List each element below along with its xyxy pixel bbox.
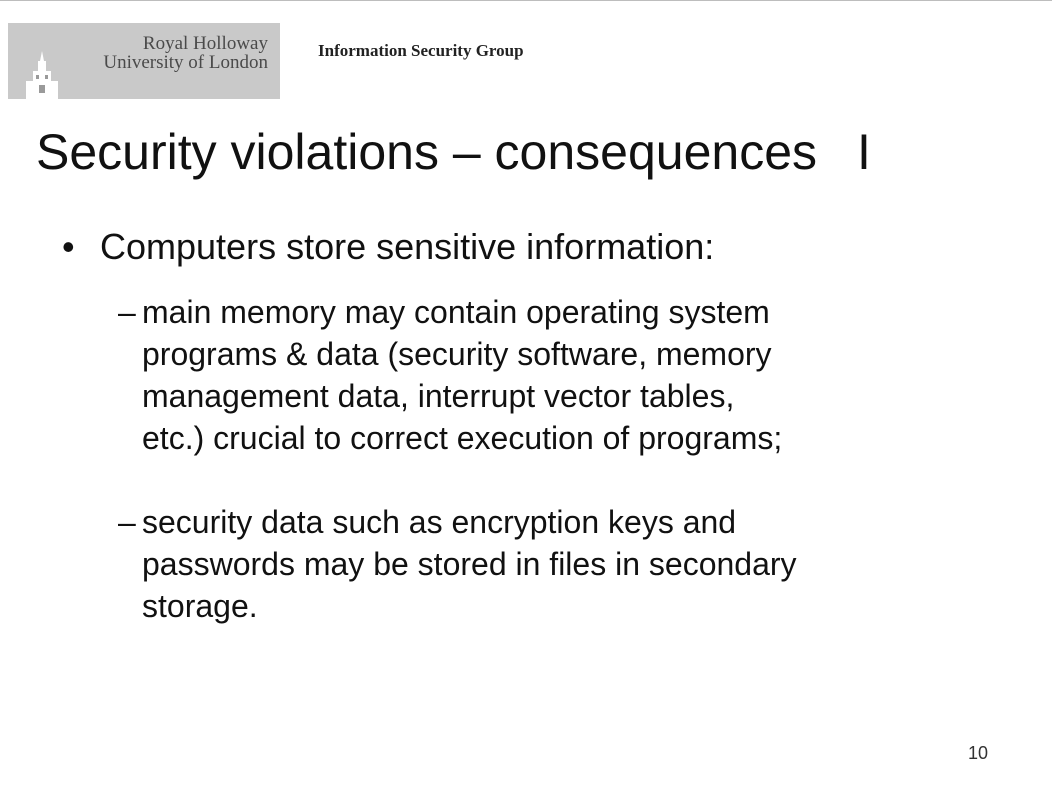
sub-bullet-line: etc.) crucial to correct execution of pr… [142, 420, 783, 456]
group-name: Information Security Group [318, 41, 524, 60]
bullet-marker: • [62, 226, 75, 267]
sub-bullet-line: security data such as encryption keys an… [142, 504, 737, 540]
slide-title-text: Security violations – consequences [36, 124, 818, 180]
bullet-text: Computers store sensitive information: [100, 226, 715, 267]
building-tower-icon [26, 51, 58, 99]
sub-bullet-text: main memory may contain operating system… [142, 291, 1012, 459]
sub-bullet-line: main memory may contain operating system [142, 294, 770, 330]
logo-name: Royal Holloway [142, 33, 268, 54]
slide-title: Security violations – consequences I [36, 121, 1026, 183]
logo-subname: University of London [103, 52, 268, 73]
sub-bullet-marker: – [118, 294, 136, 330]
slide: Royal Holloway University of London Info… [0, 0, 1052, 805]
sub-bullet-line: storage. [142, 588, 258, 624]
sub-bullet-line: programs & data (security software, memo… [142, 336, 772, 372]
sub-bullet-line: management data, interrupt vector tables… [142, 378, 735, 414]
sub-bullet-line: passwords may be stored in files in seco… [142, 546, 797, 582]
university-logo: Royal Holloway University of London [8, 23, 280, 99]
slide-title-suffix: I [857, 124, 871, 180]
page-number: 10 [968, 743, 989, 763]
sub-bullet-marker: – [118, 504, 136, 540]
sub-bullet-text: security data such as encryption keys an… [142, 501, 1012, 627]
